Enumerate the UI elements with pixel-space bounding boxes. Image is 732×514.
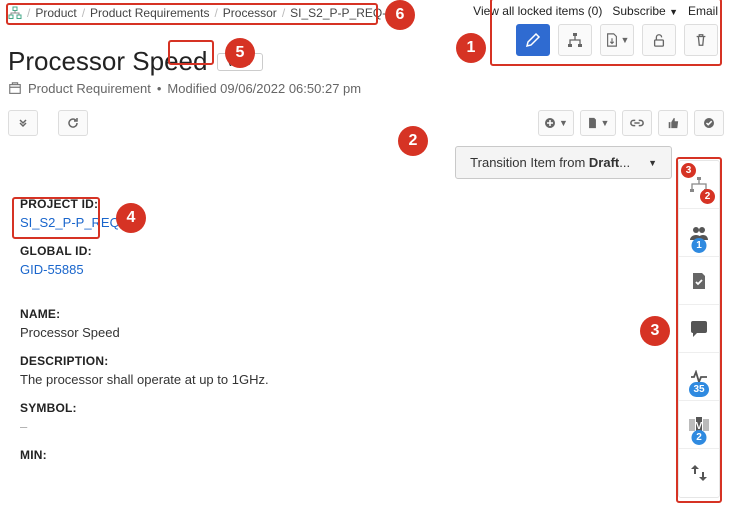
item-type-icon: [8, 82, 22, 96]
field-symbol: SYMBOL: –: [20, 401, 712, 434]
symbol-value: –: [20, 415, 712, 434]
field-description: DESCRIPTION: The processor shall operate…: [20, 354, 712, 387]
project-id-value[interactable]: SI_S2_P-P_REQ-20: [20, 211, 712, 230]
rail-versions[interactable]: V 2: [679, 401, 719, 449]
field-name: NAME: Processor Speed: [20, 307, 712, 340]
rail-relationships[interactable]: 3 2: [679, 161, 719, 209]
badge-count: 2: [692, 430, 707, 445]
caret-down-icon: ▼: [559, 118, 568, 128]
name-value: Processor Speed: [20, 321, 712, 340]
field-global-id: GLOBAL ID: GID-55885: [20, 244, 712, 277]
view-locked-link[interactable]: View all locked items (0): [473, 4, 602, 18]
rail-approval[interactable]: [679, 257, 719, 305]
rail-comments[interactable]: [679, 305, 719, 353]
add-button[interactable]: ▼: [538, 110, 574, 136]
breadcrumb-product-requirements[interactable]: Product Requirements: [90, 6, 209, 20]
top-links: View all locked items (0) Subscribe ▼ Em…: [473, 2, 718, 24]
approve-button[interactable]: [694, 110, 724, 136]
page-title: Processor Speed: [8, 46, 207, 77]
subtitle: Product Requirement • Modified 09/06/202…: [0, 79, 732, 106]
export-button[interactable]: ▼: [600, 24, 634, 56]
caret-down-icon: ▼: [601, 118, 610, 128]
badge-count: 1: [692, 238, 707, 253]
unlock-button[interactable]: [642, 24, 676, 56]
min-value: [20, 462, 712, 466]
field-project-id: PROJECT ID: SI_S2_P-P_REQ-20: [20, 197, 712, 230]
caret-down-icon: ▼: [669, 7, 678, 17]
relationship-button[interactable]: [558, 24, 592, 56]
breadcrumb-processor[interactable]: Processor: [223, 6, 277, 20]
side-rail: 3 2 1 35 V 2: [678, 160, 720, 498]
transition-wrap: Transition Item from Draft... ▼: [0, 146, 732, 179]
description-value: The processor shall operate at up to 1GH…: [20, 368, 712, 387]
caret-down-icon: ▼: [245, 57, 254, 67]
top-toolbar: ▼: [473, 24, 718, 56]
thumbs-up-button[interactable]: [658, 110, 688, 136]
badge-count: 2: [700, 189, 715, 204]
edit-button[interactable]: [516, 24, 550, 56]
email-link[interactable]: Email: [688, 4, 718, 18]
rail-compare[interactable]: [679, 449, 719, 497]
document-button[interactable]: ▼: [580, 110, 616, 136]
item-type-label: Product Requirement: [28, 81, 151, 96]
caret-down-icon: ▼: [648, 158, 657, 168]
subscribe-link[interactable]: Subscribe ▼: [612, 4, 678, 18]
expand-button[interactable]: [8, 110, 38, 136]
badge-count: 35: [689, 382, 709, 397]
transition-button[interactable]: Transition Item from Draft... ▼: [455, 146, 672, 179]
caret-down-icon: ▼: [621, 35, 630, 45]
version-selector[interactable]: V2 ▼: [217, 53, 263, 71]
rail-people[interactable]: 1: [679, 209, 719, 257]
breadcrumb-product[interactable]: Product: [35, 6, 76, 20]
fields: PROJECT ID: SI_S2_P-P_REQ-20 GLOBAL ID: …: [0, 179, 732, 478]
refresh-button[interactable]: [58, 110, 88, 136]
delete-button[interactable]: [684, 24, 718, 56]
field-min: MIN:: [20, 448, 712, 466]
global-id-value[interactable]: GID-55885: [20, 258, 712, 277]
secondary-toolbar: ▼ ▼: [0, 106, 732, 140]
badge-count: 3: [681, 163, 696, 178]
link-button[interactable]: [622, 110, 652, 136]
rail-activity[interactable]: 35: [679, 353, 719, 401]
modified-label: Modified 09/06/2022 06:50:27 pm: [167, 81, 361, 96]
breadcrumb-current[interactable]: SI_S2_P-P_REQ-20: [290, 6, 399, 20]
project-tree-icon: [8, 6, 22, 20]
top-right-cluster: View all locked items (0) Subscribe ▼ Em…: [473, 2, 718, 56]
